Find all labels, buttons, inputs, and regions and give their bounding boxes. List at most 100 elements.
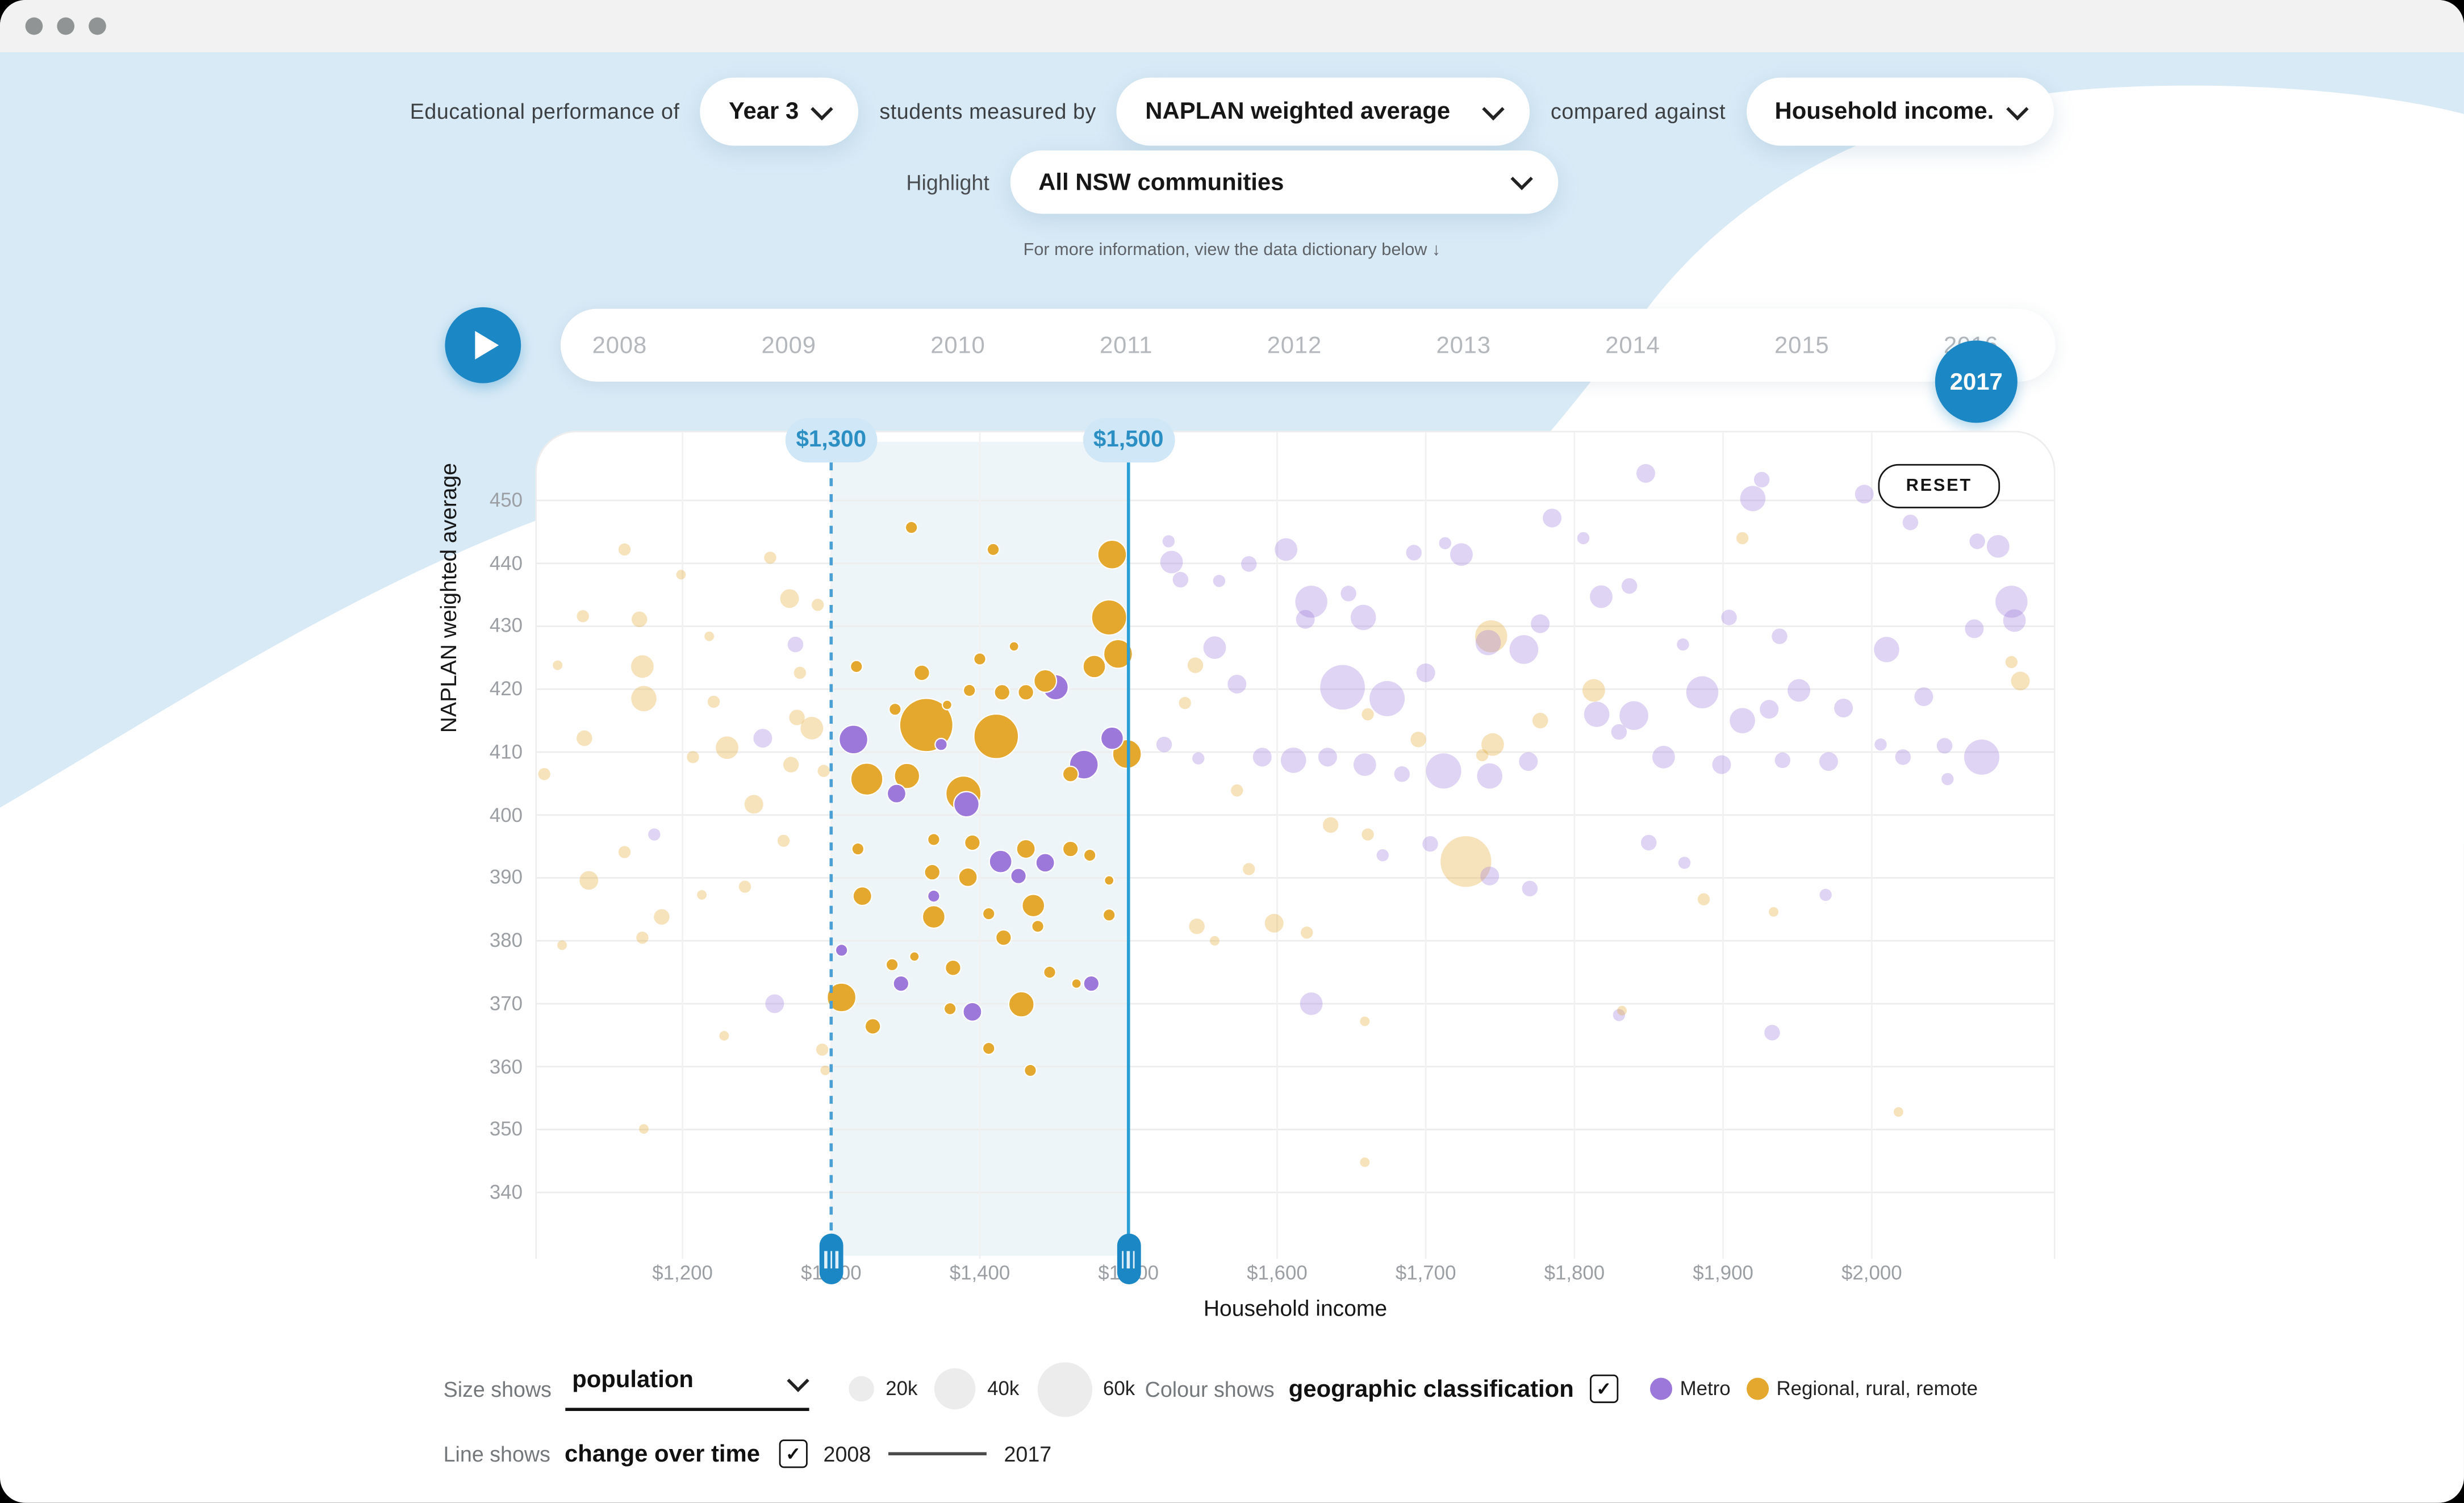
bubble-regional[interactable]	[1179, 697, 1191, 709]
bubble-regional[interactable]	[925, 865, 940, 880]
bubble-metro[interactable]	[1213, 575, 1225, 587]
bubble-regional[interactable]	[1034, 670, 1056, 692]
bubble-regional[interactable]	[1017, 840, 1035, 858]
bubble-metro[interactable]	[1611, 724, 1627, 740]
bubble-metro[interactable]	[1895, 749, 1911, 765]
bubble-regional[interactable]	[1018, 684, 1033, 700]
bubble-metro[interactable]	[1819, 889, 1831, 901]
bubble-metro[interactable]	[1760, 700, 1778, 719]
bubble-regional[interactable]	[654, 909, 669, 924]
bubble-regional[interactable]	[1188, 657, 1203, 673]
bubble-metro[interactable]	[1772, 628, 1787, 644]
bubble-metro[interactable]	[1275, 538, 1297, 561]
bubble-metro[interactable]	[954, 792, 979, 817]
timeline-year-selected[interactable]: 2017	[1935, 340, 2018, 423]
bubble-regional[interactable]	[1532, 713, 1548, 728]
bubble-regional[interactable]	[905, 521, 917, 533]
bubble-metro[interactable]	[1914, 687, 1933, 706]
bubble-regional[interactable]	[745, 795, 763, 813]
bubble-regional[interactable]	[959, 868, 978, 887]
bubble-metro[interactable]	[1740, 486, 1766, 511]
bubble-regional[interactable]	[579, 871, 598, 890]
size-variable-select[interactable]: population	[566, 1367, 809, 1411]
bubble-metro[interactable]	[1543, 508, 1561, 527]
bubble-regional[interactable]	[577, 610, 589, 622]
bubble-regional[interactable]	[1769, 907, 1778, 917]
window-dot-icon[interactable]	[57, 18, 74, 35]
bubble-metro[interactable]	[1712, 755, 1731, 774]
bubble-metro[interactable]	[1036, 853, 1055, 872]
bubble-metro[interactable]	[1406, 545, 1421, 560]
bubble-metro[interactable]	[928, 890, 939, 902]
bubble-metro[interactable]	[1450, 543, 1473, 566]
bubble-regional[interactable]	[619, 846, 630, 858]
bubble-metro[interactable]	[1987, 535, 2010, 558]
bubble-metro[interactable]	[1253, 748, 1272, 766]
bubble-regional[interactable]	[1736, 532, 1748, 544]
bubble-regional[interactable]	[1009, 992, 1034, 1017]
bubble-metro[interactable]	[1422, 836, 1438, 851]
window-dot-icon[interactable]	[26, 18, 43, 35]
bubble-regional[interactable]	[1024, 1064, 1036, 1076]
bubble-metro[interactable]	[1641, 835, 1656, 850]
bubble-metro[interactable]	[1192, 752, 1204, 764]
bubble-regional[interactable]	[853, 887, 872, 905]
bubble-metro[interactable]	[1510, 635, 1539, 664]
bubble-regional[interactable]	[983, 908, 995, 920]
bubble-metro[interactable]	[1730, 708, 1755, 733]
bubble-metro[interactable]	[1377, 849, 1389, 861]
bubble-metro[interactable]	[989, 850, 1012, 873]
bubble-metro[interactable]	[1788, 679, 1810, 702]
bubble-metro[interactable]	[1084, 976, 1099, 991]
bubble-metro[interactable]	[753, 729, 772, 748]
bubble-regional[interactable]	[1698, 893, 1710, 905]
bubble-regional[interactable]	[619, 544, 630, 556]
bubble-regional[interactable]	[639, 1124, 649, 1134]
bubble-regional[interactable]	[697, 890, 707, 900]
bubble-metro[interactable]	[1010, 868, 1026, 883]
bubble-metro[interactable]	[1522, 881, 1538, 896]
bubble-regional[interactable]	[974, 714, 1018, 759]
bubble-regional[interactable]	[996, 930, 1011, 945]
bubble-regional[interactable]	[1104, 875, 1114, 885]
bubble-metro[interactable]	[1903, 515, 1918, 530]
bubble-metro[interactable]	[1834, 699, 1853, 717]
bubble-metro[interactable]	[1619, 701, 1648, 730]
bubble-regional[interactable]	[865, 1018, 880, 1034]
bubble-regional[interactable]	[1103, 909, 1115, 921]
bubble-metro[interactable]	[1531, 615, 1550, 633]
bubble-regional[interactable]	[783, 757, 799, 772]
bubble-regional[interactable]	[632, 612, 647, 627]
bubble-metro[interactable]	[1590, 586, 1613, 608]
bubble-regional[interactable]	[1009, 641, 1019, 651]
bubble-regional[interactable]	[2006, 656, 2018, 668]
bubble-regional[interactable]	[1362, 828, 1373, 840]
bubble-regional[interactable]	[987, 544, 999, 556]
selection-max-pill[interactable]: $1,500	[1083, 418, 1175, 462]
bubble-regional[interactable]	[1022, 894, 1045, 917]
bubble-regional[interactable]	[1072, 979, 1081, 988]
bubble-metro[interactable]	[1686, 677, 1718, 708]
bubble-regional[interactable]	[1063, 766, 1078, 782]
reset-button[interactable]: RESET	[1878, 464, 2000, 508]
bubble-metro[interactable]	[1156, 737, 1172, 752]
bubble-metro[interactable]	[963, 1003, 982, 1021]
bubble-regional[interactable]	[1083, 655, 1106, 678]
bubble-metro[interactable]	[1721, 609, 1736, 625]
bubble-metro[interactable]	[1584, 702, 1610, 727]
bubble-metro[interactable]	[1874, 738, 1886, 750]
bubble-regional[interactable]	[636, 932, 648, 943]
bubble-regional[interactable]	[909, 951, 919, 961]
bubble-regional[interactable]	[631, 655, 654, 678]
bubble-regional[interactable]	[928, 833, 939, 845]
bubble-regional[interactable]	[922, 905, 945, 928]
bubble-metro[interactable]	[1874, 637, 1899, 662]
timeline-year-2011[interactable]: 2011	[1100, 332, 1152, 358]
bubble-regional[interactable]	[780, 589, 799, 608]
bubble-metro[interactable]	[1622, 578, 1637, 594]
bubble-metro[interactable]	[887, 784, 906, 803]
selection-max-handle[interactable]	[1117, 1234, 1141, 1284]
timeline-year-2014[interactable]: 2014	[1605, 332, 1660, 358]
highlight-select[interactable]: All NSW communities	[1010, 151, 1558, 214]
bubble-metro[interactable]	[1941, 773, 1953, 785]
